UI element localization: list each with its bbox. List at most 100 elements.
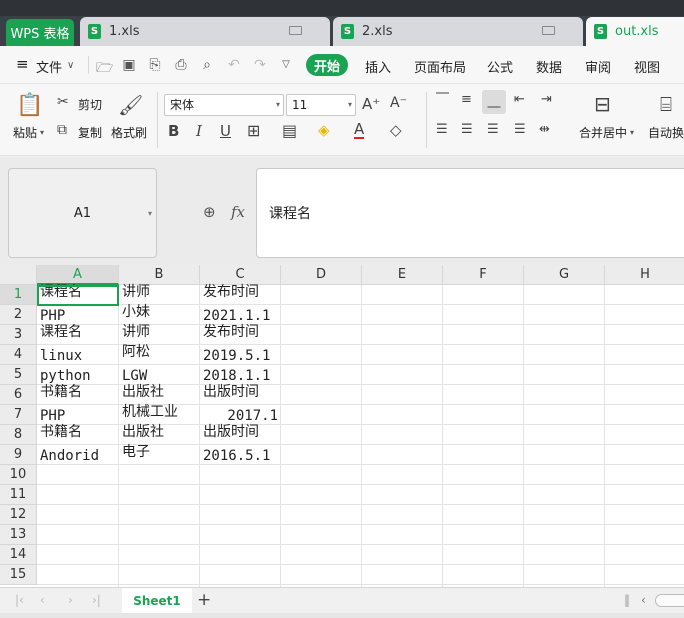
cell-c6[interactable]: 出版时间 xyxy=(200,385,281,405)
customize-dropdown-icon[interactable]: ▽ xyxy=(278,59,294,70)
fill-color-icon[interactable]: ◈ xyxy=(318,121,330,139)
menu-page-layout[interactable]: 页面布局 xyxy=(414,57,466,76)
cell-a9[interactable]: Andorid xyxy=(37,447,119,467)
export-icon[interactable]: ⎘ xyxy=(147,57,163,73)
row-header-2[interactable]: 2 xyxy=(0,305,37,325)
paste-icon[interactable]: 📋 xyxy=(16,93,43,119)
row-header-7[interactable]: 7 xyxy=(0,405,37,425)
row-header-10[interactable]: 10 xyxy=(0,465,37,485)
align-left-icon[interactable]: ☰ xyxy=(436,122,448,137)
row-header-12[interactable]: 12 xyxy=(0,505,37,525)
row-header-1[interactable]: 1 xyxy=(0,285,37,305)
row-header-9[interactable]: 9 xyxy=(0,445,37,465)
row-header-6[interactable]: 6 xyxy=(0,385,37,405)
monitor-icon[interactable] xyxy=(289,26,302,35)
add-sheet-icon[interactable]: + xyxy=(197,590,211,610)
chevron-down-icon[interactable]: ▾ xyxy=(630,128,634,137)
cell-a4[interactable]: linux xyxy=(37,347,119,367)
merge-cells-icon[interactable]: ⊟ xyxy=(594,92,611,116)
column-header-h[interactable]: H xyxy=(605,265,684,285)
underline-icon[interactable]: U xyxy=(220,122,231,140)
increase-indent-icon[interactable]: ⇥ xyxy=(541,92,552,107)
cell-b1[interactable]: 讲师 xyxy=(119,285,200,305)
font-size-select[interactable]: 11 ▾ xyxy=(286,94,356,116)
cell-a3[interactable]: 课程名 xyxy=(37,325,119,345)
decrease-font-icon[interactable]: A⁻ xyxy=(390,95,407,111)
sheet-tab-sheet1[interactable]: Sheet1 xyxy=(122,588,192,614)
column-header-f[interactable]: F xyxy=(443,265,524,285)
align-middle-icon[interactable]: ≡ xyxy=(461,92,472,107)
open-folder-icon[interactable]: 🗁 xyxy=(96,57,113,81)
format-painter-button[interactable]: 格式刷 xyxy=(111,124,147,141)
monitor-icon[interactable] xyxy=(542,26,555,35)
border-icon[interactable]: ⊞ xyxy=(247,121,260,140)
cell-b9[interactable]: 电子 xyxy=(119,445,200,465)
row-header-3[interactable]: 3 xyxy=(0,325,37,345)
paste-button[interactable]: 粘贴 xyxy=(13,124,37,141)
redo-icon[interactable]: ↷ xyxy=(252,57,268,73)
cell-b3[interactable]: 讲师 xyxy=(119,325,200,345)
row-header-8[interactable]: 8 xyxy=(0,425,37,445)
chevron-down-icon[interactable]: ▾ xyxy=(148,209,152,218)
cell-b8[interactable]: 出版社 xyxy=(119,425,200,445)
align-top-icon[interactable]: ⎺ xyxy=(436,92,449,107)
column-header-e[interactable]: E xyxy=(362,265,443,285)
cell-c3[interactable]: 发布时间 xyxy=(200,325,281,345)
wrap-text-button[interactable]: 自动换 xyxy=(648,124,684,141)
cut-button[interactable]: 剪切 xyxy=(78,96,102,113)
chevron-down-icon[interactable]: ∨ xyxy=(67,60,74,71)
copy-icon[interactable]: ⧉ xyxy=(57,122,67,138)
distributed-icon[interactable]: ⇹ xyxy=(539,122,550,137)
doc-tab-1[interactable]: S 1.xls xyxy=(80,17,330,46)
zoom-search-icon[interactable]: ⊕ xyxy=(203,203,216,221)
cell-c4[interactable]: 2019.5.1 xyxy=(200,347,281,367)
formula-input[interactable]: 课程名 xyxy=(256,168,684,258)
italic-icon[interactable]: I xyxy=(196,122,202,140)
cell-b4[interactable]: 阿松 xyxy=(119,345,200,365)
prev-sheet-icon[interactable]: ‹ xyxy=(40,593,45,607)
menu-file[interactable]: 文件 xyxy=(36,57,62,76)
cell-a8[interactable]: 书籍名 xyxy=(37,425,119,445)
cell-c1[interactable]: 发布时间 xyxy=(200,285,281,305)
menu-formula[interactable]: 公式 xyxy=(487,57,513,76)
wrap-text-icon[interactable]: ⌸ xyxy=(660,92,672,116)
row-header-14[interactable]: 14 xyxy=(0,545,37,565)
column-header-g[interactable]: G xyxy=(524,265,605,285)
doc-tab-3-active[interactable]: S out.xls xyxy=(586,17,684,46)
increase-font-icon[interactable]: A⁺ xyxy=(362,95,380,113)
menu-review[interactable]: 审阅 xyxy=(585,57,611,76)
undo-icon[interactable]: ↶ xyxy=(226,57,242,73)
spreadsheet-grid[interactable]: ABCDEFGH 1 2 3 4 5 6 7 8 9 10 11 12 13 14 15 课程名 讲师 发布时间… xyxy=(0,265,684,587)
align-bottom-icon[interactable]: ⎽ xyxy=(482,90,506,114)
last-sheet-icon[interactable]: ›| xyxy=(92,593,101,607)
merge-center-button[interactable]: 合并居中 xyxy=(579,124,627,141)
doc-tab-2[interactable]: S 2.xls xyxy=(333,17,583,46)
chevron-down-icon[interactable]: ▾ xyxy=(40,128,44,137)
align-right-icon[interactable]: ☰ xyxy=(487,122,499,137)
format-painter-icon[interactable]: 🖌 xyxy=(118,93,143,117)
clear-format-icon[interactable]: ◇ xyxy=(390,121,402,139)
print-preview-icon[interactable]: ⌕ xyxy=(199,57,215,73)
select-all-corner[interactable] xyxy=(0,265,37,285)
copy-button[interactable]: 复制 xyxy=(78,124,102,141)
row-header-5[interactable]: 5 xyxy=(0,365,37,385)
cell-b2[interactable]: 小妹 xyxy=(119,305,200,325)
font-name-select[interactable]: 宋体 ▾ xyxy=(164,94,284,116)
row-header-13[interactable]: 13 xyxy=(0,525,37,545)
bold-icon[interactable]: B xyxy=(168,122,179,140)
scroll-left-icon[interactable]: ‹ xyxy=(641,593,646,607)
hamburger-icon[interactable]: ≡ xyxy=(16,55,29,73)
row-header-4[interactable]: 4 xyxy=(0,345,37,365)
next-sheet-icon[interactable]: › xyxy=(68,593,73,607)
row-header-15[interactable]: 15 xyxy=(0,565,37,585)
horizontal-scrollbar[interactable] xyxy=(655,594,684,607)
cell-a6[interactable]: 书籍名 xyxy=(37,385,119,405)
cell-b6[interactable]: 出版社 xyxy=(119,385,200,405)
align-center-icon[interactable]: ☰ xyxy=(461,122,473,137)
scissors-icon[interactable]: ✂ xyxy=(57,94,69,110)
print-icon[interactable]: ⎙ xyxy=(173,57,189,73)
font-color-icon[interactable]: A xyxy=(354,121,365,139)
scroll-splitter-icon[interactable]: ‖ xyxy=(624,593,630,607)
column-header-b[interactable]: B xyxy=(119,265,200,285)
first-sheet-icon[interactable]: |‹ xyxy=(15,593,24,607)
